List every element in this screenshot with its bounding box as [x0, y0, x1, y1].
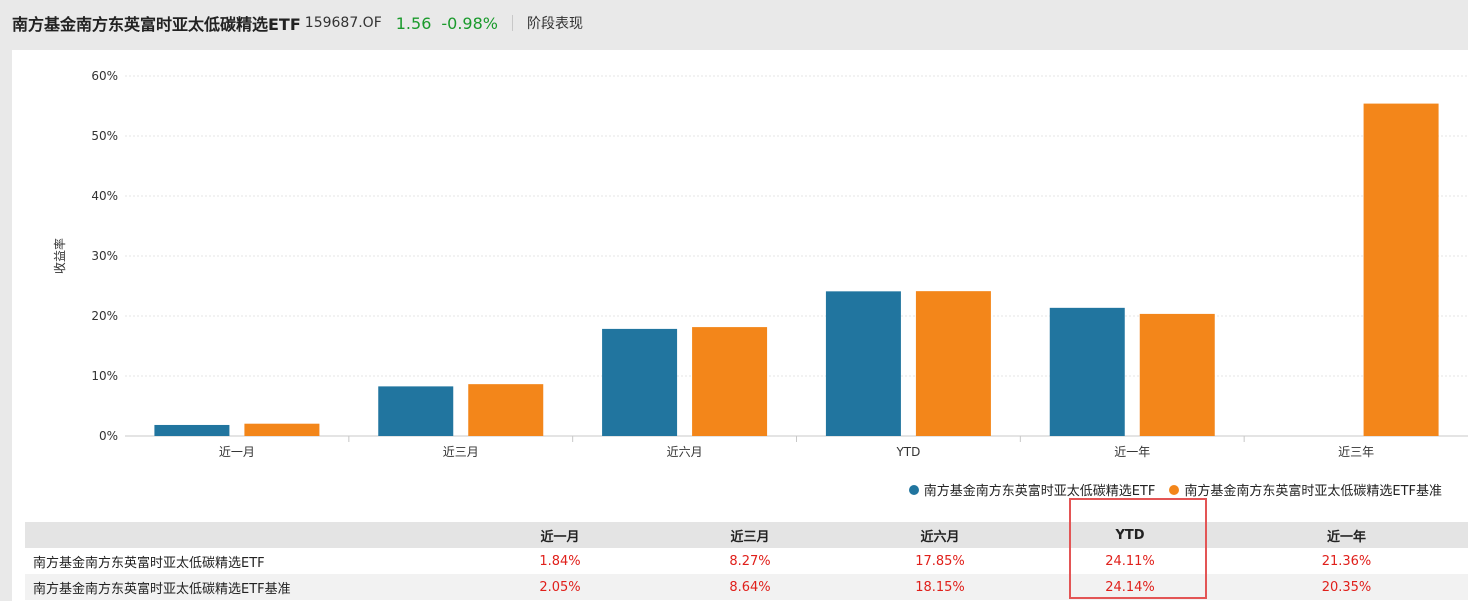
bar-benchmark	[1363, 103, 1439, 436]
chart-legend: 南方基金南方东英富时亚太低碳精选ETF 南方基金南方东英富时亚太低碳精选ETF基…	[895, 480, 1442, 499]
header-divider	[511, 15, 513, 31]
x-tick-label: 近一年	[1114, 445, 1150, 459]
bar-benchmark	[692, 327, 768, 436]
table-row-name: 南方基金南方东英富时亚太低碳精选ETF基准	[25, 574, 465, 600]
y-tick-label: 0%	[99, 429, 118, 443]
table-cell: 20.35%	[1225, 574, 1468, 600]
table-row: 南方基金南方东英富时亚太低碳精选ETF 1.84% 8.27% 17.85% 2…	[25, 548, 1468, 574]
bar-benchmark	[244, 423, 320, 436]
tab-stage-performance[interactable]: 阶段表现	[527, 13, 583, 33]
y-axis-label: 收益率	[52, 238, 67, 274]
fund-code: 159687.OF	[304, 15, 382, 31]
bar-fund	[602, 328, 678, 436]
table-cell: 18.15%	[845, 574, 1035, 600]
x-tick-label: 近三月	[443, 445, 479, 459]
y-tick-label: 60%	[91, 69, 118, 83]
table-header-name	[25, 522, 465, 548]
table-header-1m: 近一月	[465, 522, 655, 548]
table-header-ytd: YTD	[1035, 522, 1225, 548]
x-tick-label: 近六月	[667, 445, 703, 459]
y-tick-label: 10%	[91, 369, 118, 383]
legend-label-benchmark: 南方基金南方东英富时亚太低碳精选ETF基准	[1184, 484, 1442, 499]
legend-dot-fund	[908, 484, 919, 495]
fund-price: 1.56	[395, 13, 432, 33]
table-cell: 24.11%	[1035, 548, 1225, 574]
table-header-6m: 近六月	[845, 522, 1035, 548]
fund-name: 南方基金南方东英富时亚太低碳精选ETF	[12, 15, 301, 34]
legend-item-benchmark[interactable]: 南方基金南方东英富时亚太低碳精选ETF基准	[1169, 480, 1442, 499]
legend-label-fund: 南方基金南方东英富时亚太低碳精选ETF	[923, 484, 1156, 499]
performance-table: 近一月 近三月 近六月 YTD 近一年 南方基金南方东英富时亚太低碳精选ETF …	[25, 522, 1468, 600]
table-row: 南方基金南方东英富时亚太低碳精选ETF基准 2.05% 8.64% 18.15%…	[25, 574, 1468, 600]
table-cell: 2.05%	[465, 574, 655, 600]
x-tick-label: 近三年	[1338, 445, 1374, 459]
table-cell: 8.64%	[655, 574, 845, 600]
table-row-name: 南方基金南方东英富时亚太低碳精选ETF	[25, 548, 465, 574]
table-header-3m: 近三月	[655, 522, 845, 548]
page-header: 南方基金南方东英富时亚太低碳精选ETF 159687.OF 1.56 -0.98…	[0, 0, 1468, 46]
table-cell: 24.14%	[1035, 574, 1225, 600]
y-tick-label: 30%	[91, 249, 118, 263]
table-header-row: 近一月 近三月 近六月 YTD 近一年	[25, 522, 1468, 548]
table-header-1y: 近一年	[1225, 522, 1468, 548]
y-tick-label: 20%	[91, 309, 118, 323]
table-cell: 8.27%	[655, 548, 845, 574]
y-tick-label: 40%	[91, 189, 118, 203]
legend-item-fund[interactable]: 南方基金南方东英富时亚太低碳精选ETF	[908, 480, 1156, 499]
x-tick-label: YTD	[895, 445, 920, 459]
performance-bar-chart: 0% 10% 20% 30% 40% 50% 60% 收益率近一月 近三月 近六月 YTD 近一年 近三…	[52, 69, 1468, 459]
bar-benchmark	[915, 291, 991, 436]
fund-change: -0.98%	[441, 13, 498, 33]
bar-fund	[1049, 307, 1125, 436]
legend-dot-benchmark	[1169, 484, 1180, 495]
bar-fund	[825, 291, 901, 436]
table-cell: 21.36%	[1225, 548, 1468, 574]
bar-fund	[378, 386, 454, 436]
bar-benchmark	[1139, 313, 1215, 436]
bar-fund	[154, 424, 230, 436]
x-tick-label: 近一月	[219, 445, 255, 459]
y-tick-label: 50%	[91, 129, 118, 143]
table-cell: 17.85%	[845, 548, 1035, 574]
table-cell: 1.84%	[465, 548, 655, 574]
chart-panel: 0% 10% 20% 30% 40% 50% 60% 收益率 近一月 近三月 近六月 YTD 近一年 近三…	[12, 50, 1468, 601]
bar-benchmark	[468, 384, 544, 436]
